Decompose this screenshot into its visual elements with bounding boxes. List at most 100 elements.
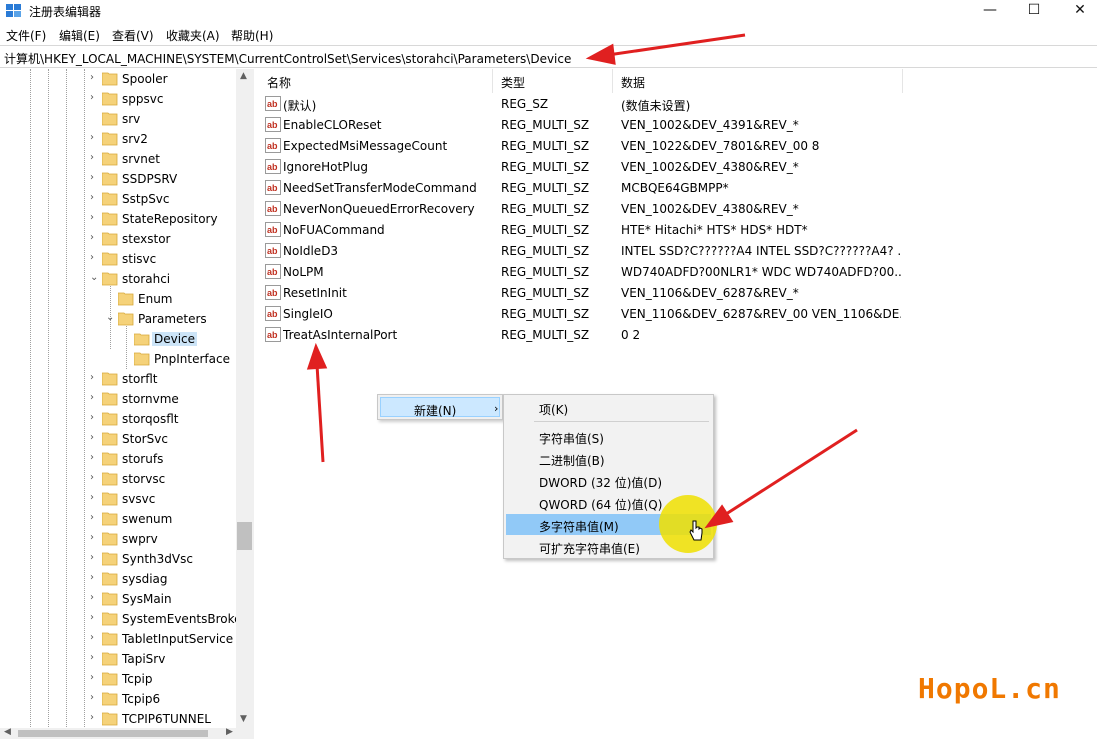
submenu-item[interactable]: 字符串值(S)	[506, 426, 711, 447]
value-row[interactable]: ab NeedSetTransferModeCommand REG_MULTI_SZ…	[259, 177, 1097, 198]
submenu-item[interactable]: DWORD (32 位)值(D)	[506, 470, 711, 491]
value-row[interactable]: ab (默认) REG_SZ (数值未设置)	[259, 93, 1097, 114]
address-path[interactable]: 计算机\HKEY_LOCAL_MACHINE\SYSTEM\CurrentCon…	[4, 50, 571, 67]
value-row[interactable]: ab NoIdleD3 REG_MULTI_SZ INTEL SSD?C??????A…	[259, 240, 1097, 261]
tree-item[interactable]: › SstpSvc	[0, 189, 236, 209]
expand-chevron-icon[interactable]: ›	[90, 73, 100, 83]
tree-item[interactable]: › svsvc	[0, 489, 236, 509]
expand-chevron-icon[interactable]: ›	[90, 633, 100, 643]
maximize-button[interactable]: ☐	[1011, 0, 1057, 22]
tree-item[interactable]: › stexstor	[0, 229, 236, 249]
value-row[interactable]: ab TreatAsInternalPort REG_MULTI_SZ 0 2	[259, 324, 1097, 345]
tree-item[interactable]: ⌄ Parameters	[0, 309, 236, 329]
tree-item[interactable]: › Tcpip6	[0, 689, 236, 709]
column-header-type[interactable]: 类型	[493, 69, 613, 93]
tree-vertical-scrollbar[interactable]: ▲ ▼	[236, 69, 254, 731]
expand-chevron-icon[interactable]: ›	[90, 613, 100, 623]
tree-item[interactable]: PnpInterface	[0, 349, 236, 369]
tree-item[interactable]: › storflt	[0, 369, 236, 389]
menu-edit[interactable]: 编辑(E)	[59, 27, 100, 44]
menu-file[interactable]: 文件(F)	[6, 27, 46, 44]
tree-item[interactable]: › stisvc	[0, 249, 236, 269]
expand-chevron-icon[interactable]: ›	[90, 173, 100, 183]
expand-chevron-icon[interactable]: ›	[90, 193, 100, 203]
tree-item[interactable]: › StorSvc	[0, 429, 236, 449]
scroll-left-icon[interactable]: ◀	[4, 727, 11, 737]
tree-item[interactable]: › swenum	[0, 509, 236, 529]
expand-chevron-icon[interactable]: ›	[90, 693, 100, 703]
new-menu-item[interactable]: 新建(N) ›	[380, 397, 500, 418]
expand-chevron-icon[interactable]: ›	[90, 133, 100, 143]
expand-chevron-icon[interactable]: ›	[90, 653, 100, 663]
tree-item[interactable]: › Tcpip	[0, 669, 236, 689]
expand-chevron-icon[interactable]: ›	[90, 513, 100, 523]
expand-chevron-icon[interactable]: ›	[90, 673, 100, 683]
tree-item[interactable]: › StateRepository	[0, 209, 236, 229]
submenu-item[interactable]: 项(K)	[506, 397, 711, 418]
expand-chevron-icon[interactable]: ›	[90, 493, 100, 503]
tree-item[interactable]: › sysdiag	[0, 569, 236, 589]
tree-item[interactable]: › SSDPSRV	[0, 169, 236, 189]
tree-item[interactable]: srv	[0, 109, 236, 129]
tree-item[interactable]: › SystemEventsBroke	[0, 609, 242, 629]
tree-item[interactable]: › stornvme	[0, 389, 236, 409]
scroll-down-icon[interactable]: ▼	[240, 714, 247, 724]
tree-item[interactable]: Device	[0, 329, 236, 349]
tree-item[interactable]: › storvsc	[0, 469, 236, 489]
tree-item[interactable]: › srv2	[0, 129, 236, 149]
tree-item[interactable]: › storufs	[0, 449, 236, 469]
minimize-button[interactable]: —	[967, 0, 1013, 22]
expand-chevron-icon[interactable]: ›	[90, 473, 100, 483]
tree-item[interactable]: › swprv	[0, 529, 236, 549]
value-row[interactable]: ab NoLPM REG_MULTI_SZ WD740ADFD?00NLR1* WDC…	[259, 261, 1097, 282]
submenu-item[interactable]: 二进制值(B)	[506, 448, 711, 469]
expand-chevron-icon[interactable]: ›	[90, 233, 100, 243]
expand-chevron-icon[interactable]: ›	[90, 213, 100, 223]
scroll-thumb[interactable]	[237, 522, 252, 550]
expand-chevron-icon[interactable]: ›	[90, 153, 100, 163]
tree-item[interactable]: › TapiSrv	[0, 649, 236, 669]
scroll-up-icon[interactable]: ▲	[240, 71, 247, 81]
expand-chevron-icon[interactable]: ›	[90, 593, 100, 603]
tree-item[interactable]: › Synth3dVsc	[0, 549, 236, 569]
scroll-right-icon[interactable]: ▶	[226, 727, 233, 737]
expand-chevron-icon[interactable]: ›	[90, 453, 100, 463]
column-header-name[interactable]: 名称	[259, 69, 493, 93]
tree-item[interactable]: › TabletInputService	[0, 629, 236, 649]
value-row[interactable]: ab NeverNonQueuedErrorRecovery REG_MULTI_S…	[259, 198, 1097, 219]
value-row[interactable]: ab ResetInInit REG_MULTI_SZ VEN_1106&DEV_62…	[259, 282, 1097, 303]
value-row[interactable]: ab NoFUACommand REG_MULTI_SZ HTE* Hitachi* …	[259, 219, 1097, 240]
close-button[interactable]: ✕	[1057, 0, 1097, 22]
tree-item[interactable]: › SysMain	[0, 589, 236, 609]
hscroll-thumb[interactable]	[18, 730, 208, 737]
expand-chevron-icon[interactable]: ›	[90, 533, 100, 543]
expand-chevron-icon[interactable]: ›	[90, 413, 100, 423]
tree-item[interactable]: ⌄ storahci	[0, 269, 236, 289]
expand-chevron-icon[interactable]: ›	[90, 253, 100, 263]
tree-item[interactable]: › sppsvc	[0, 89, 236, 109]
menu-view[interactable]: 查看(V)	[112, 27, 154, 44]
menu-help[interactable]: 帮助(H)	[231, 27, 273, 44]
tree-item[interactable]: Enum	[0, 289, 236, 309]
expand-chevron-icon[interactable]: ›	[90, 433, 100, 443]
expand-chevron-icon[interactable]: ›	[90, 93, 100, 103]
collapse-chevron-icon[interactable]: ⌄	[90, 273, 100, 283]
value-row[interactable]: ab IgnoreHotPlug REG_MULTI_SZ VEN_1002&DEV_…	[259, 156, 1097, 177]
column-header-data[interactable]: 数据	[613, 69, 903, 93]
value-row[interactable]: ab SingleIO REG_MULTI_SZ VEN_1106&DEV_6287&…	[259, 303, 1097, 324]
address-bar[interactable]: 计算机\HKEY_LOCAL_MACHINE\SYSTEM\CurrentCon…	[0, 45, 1097, 68]
collapse-chevron-icon[interactable]: ⌄	[106, 313, 116, 323]
tree-item[interactable]: › Spooler	[0, 69, 236, 89]
tree-horizontal-scrollbar[interactable]: ◀ ▶	[0, 727, 254, 739]
tree-item[interactable]: › TCPIP6TUNNEL	[0, 709, 236, 729]
tree-item[interactable]: › srvnet	[0, 149, 236, 169]
expand-chevron-icon[interactable]: ›	[90, 553, 100, 563]
registry-tree[interactable]: › Spooler › sppsvc srv › srv2 › srvnet › SSDPSRV › S…	[0, 69, 254, 731]
expand-chevron-icon[interactable]: ›	[90, 573, 100, 583]
value-row[interactable]: ab EnableCLOReset REG_MULTI_SZ VEN_1002&DEV…	[259, 114, 1097, 135]
value-row[interactable]: ab ExpectedMsiMessageCount REG_MULTI_SZ VEN…	[259, 135, 1097, 156]
menu-favorites[interactable]: 收藏夹(A)	[166, 27, 220, 44]
tree-item[interactable]: › storqosflt	[0, 409, 236, 429]
expand-chevron-icon[interactable]: ›	[90, 713, 100, 723]
expand-chevron-icon[interactable]: ›	[90, 393, 100, 403]
